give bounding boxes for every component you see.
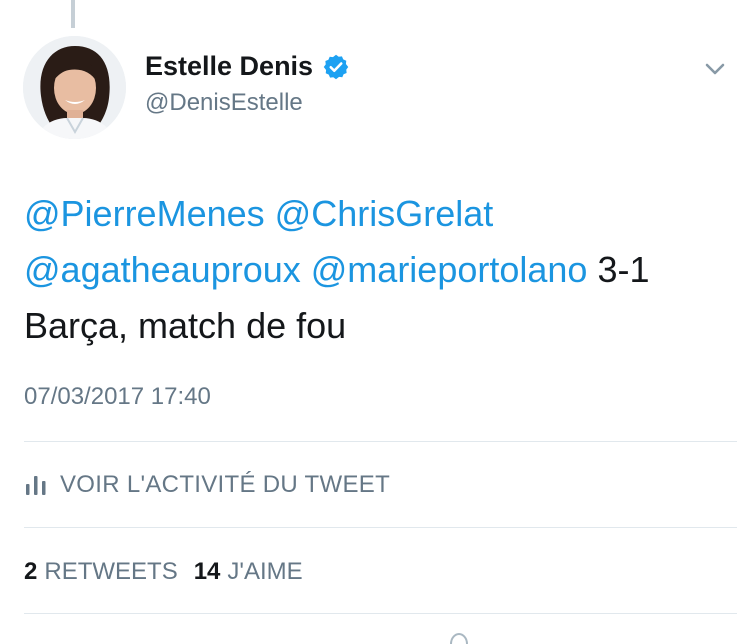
chevron-down-icon[interactable]: [700, 58, 730, 80]
tweet-text-body: Barça, match de fou: [24, 305, 347, 346]
likes-label[interactable]: J'AIME: [227, 558, 302, 586]
author-display-name[interactable]: Estelle Denis: [145, 51, 313, 82]
reply-icon[interactable]: [449, 632, 469, 644]
author-name-row[interactable]: Estelle Denis: [145, 51, 350, 82]
avatar[interactable]: [23, 36, 126, 139]
tweet-timestamp[interactable]: 07/03/2017 17:40: [24, 383, 211, 411]
retweets-count[interactable]: 2: [24, 558, 37, 586]
tweet-text-score: 3-1: [597, 249, 650, 290]
mention-link[interactable]: @ChrisGrelat: [275, 193, 494, 234]
thread-connector-line: [71, 0, 75, 28]
verified-badge-icon: [322, 53, 350, 81]
tweet-activity-link[interactable]: VOIR L'ACTIVITÉ DU TWEET: [24, 471, 390, 499]
author-handle[interactable]: @DenisEstelle: [145, 89, 303, 117]
likes-count[interactable]: 14: [194, 558, 221, 586]
mention-link[interactable]: @agatheauproux: [24, 249, 301, 290]
tweet-activity-label: VOIR L'ACTIVITÉ DU TWEET: [60, 471, 391, 498]
mention-link[interactable]: @marieportolano: [311, 249, 588, 290]
tweet-stats: 2 RETWEETS 14 J'AIME: [24, 558, 319, 586]
retweets-label[interactable]: RETWEETS: [44, 558, 177, 586]
divider: [24, 441, 737, 442]
bar-chart-icon: [26, 476, 46, 495]
avatar-image: [23, 36, 126, 139]
divider: [24, 527, 737, 528]
mention-link[interactable]: @PierreMenes: [24, 193, 265, 234]
tweet-text: @PierreMenes @ChrisGrelat @agatheauproux…: [24, 186, 729, 354]
divider: [24, 613, 737, 614]
